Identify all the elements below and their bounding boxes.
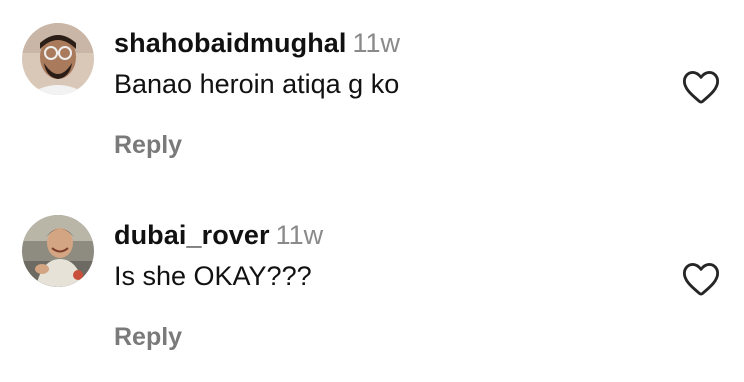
like-button[interactable] (682, 261, 720, 297)
comment-header: dubai_rover 11w (114, 218, 323, 252)
like-button[interactable] (682, 69, 720, 105)
heart-outline-icon (682, 71, 720, 104)
reply-button[interactable]: Reply (114, 128, 182, 162)
avatar[interactable] (22, 215, 94, 287)
comment-item: shahobaidmughal 11w Banao heroin atiqa g … (0, 0, 744, 190)
timestamp: 11w (275, 220, 324, 250)
comment-text: Is she OKAY??? (114, 261, 312, 291)
avatar-image (22, 215, 94, 287)
heart-outline-icon (682, 263, 720, 296)
timestamp: 11w (352, 28, 401, 58)
reply-button[interactable]: Reply (114, 320, 182, 354)
avatar[interactable] (22, 23, 94, 95)
username[interactable]: dubai_rover (114, 220, 270, 250)
username[interactable]: shahobaidmughal (114, 28, 347, 58)
comment-item: dubai_rover 11w Is she OKAY??? Reply (0, 192, 744, 382)
avatar-image (22, 23, 94, 95)
comment-text: Banao heroin atiqa g ko (114, 69, 400, 99)
comment-header: shahobaidmughal 11w (114, 26, 400, 60)
